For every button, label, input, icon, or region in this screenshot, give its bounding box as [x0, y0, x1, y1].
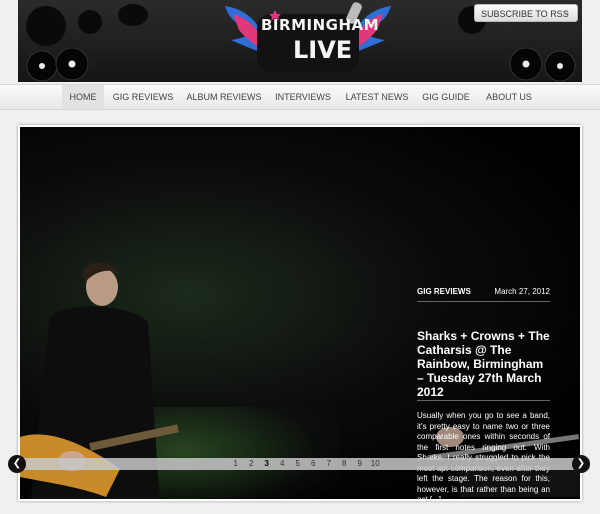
vinyl-records-right: [509, 47, 576, 82]
site-header: BIRMINGHAM LIVE SUBSCRIBE TO RSS ≡: [18, 0, 582, 82]
slide-image[interactable]: GIG REVIEWS March 27, 2012 Sharks + Crow…: [20, 127, 580, 499]
slider-pager: 1 2 3 4 5 6 7 8 9 10: [10, 458, 590, 470]
pager-page-current[interactable]: 3: [259, 458, 275, 470]
featured-slider: GIG REVIEWS March 27, 2012 Sharks + Crow…: [18, 125, 582, 501]
ink-splat: [78, 10, 102, 34]
pager-numbers: 1 2 3 4 5 6 7 8 9 10: [228, 458, 383, 470]
subscribe-rss-button[interactable]: SUBSCRIBE TO RSS ≡: [474, 4, 578, 22]
article-excerpt: Usually when you go to see a band, it's …: [417, 411, 550, 499]
category-label: GIG REVIEWS: [417, 287, 471, 296]
slide-category[interactable]: GIG REVIEWS March 27, 2012: [417, 287, 550, 296]
logo-text-live: LIVE: [293, 36, 353, 64]
pager-page[interactable]: 4: [275, 458, 291, 470]
pager-page[interactable]: 6: [306, 458, 322, 470]
nav-home[interactable]: HOME: [62, 85, 104, 109]
nav-latest-news[interactable]: LATEST NEWS: [343, 85, 411, 109]
article-title[interactable]: Sharks + Crowns + The Catharsis @ The Ra…: [417, 329, 550, 399]
pager-page[interactable]: 2: [244, 458, 260, 470]
chevron-left-icon[interactable]: ❮: [8, 455, 26, 473]
nav-gig-reviews[interactable]: GIG REVIEWS: [108, 85, 178, 109]
pager-page[interactable]: 8: [337, 458, 353, 470]
divider: [417, 400, 550, 401]
pager-page[interactable]: 5: [290, 458, 306, 470]
nav-interviews[interactable]: INTERVIEWS: [272, 85, 334, 109]
ink-splat: [118, 4, 148, 26]
pager-page[interactable]: 7: [321, 458, 337, 470]
rss-button-label: SUBSCRIBE TO RSS: [481, 9, 569, 19]
nav-about-us[interactable]: ABOUT US: [481, 85, 537, 109]
nav-album-reviews[interactable]: ALBUM REVIEWS: [186, 85, 262, 109]
slide-date: March 27, 2012: [494, 287, 550, 296]
logo-text-birmingham: BIRMINGHAM: [261, 16, 380, 34]
pager-page[interactable]: 1: [228, 458, 244, 470]
pager-page[interactable]: 10: [368, 458, 384, 470]
divider: [417, 301, 550, 302]
rss-icon: ≡: [564, 9, 569, 18]
vinyl-records-left: [26, 47, 89, 82]
nav-gig-guide[interactable]: GIG GUIDE: [420, 85, 472, 109]
site-logo[interactable]: BIRMINGHAM LIVE: [223, 0, 393, 82]
pager-page[interactable]: 9: [352, 458, 368, 470]
chevron-right-icon[interactable]: ❯: [572, 455, 590, 473]
main-nav: HOME GIG REVIEWS ALBUM REVIEWS INTERVIEW…: [0, 84, 600, 110]
